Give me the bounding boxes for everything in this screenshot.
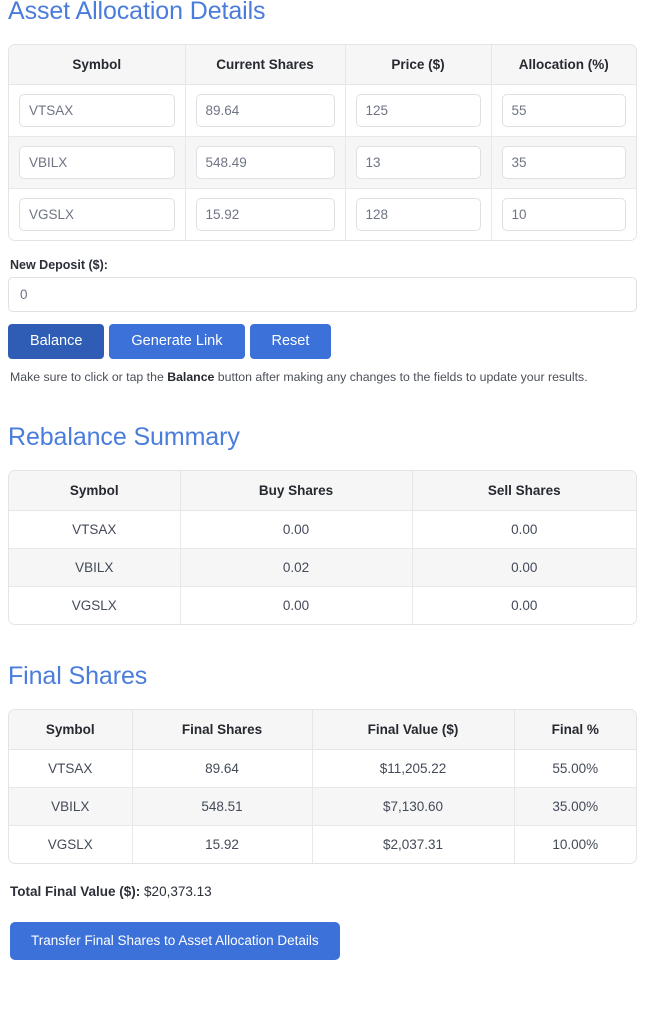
cell-buy-shares: 0.00 [180, 586, 413, 624]
cell-final-value: $7,130.60 [312, 787, 515, 826]
cell-symbol: VBILX [9, 548, 181, 587]
total-final-value: Total Final Value ($): $20,373.13 [10, 884, 637, 899]
cell-final-shares: 89.64 [132, 749, 313, 788]
cell-symbol: VBILX [9, 787, 133, 826]
final-shares-title: Final Shares [8, 662, 148, 690]
cell-current-shares [185, 188, 346, 240]
new-deposit-input[interactable] [8, 277, 637, 312]
column-header-symbol: Symbol [9, 471, 181, 511]
hint-text-bold: Balance [167, 370, 215, 384]
total-final-value-label: Total Final Value ($): [10, 884, 141, 899]
table-row: VGSLX 15.92 $2,037.31 10.00% [9, 825, 636, 863]
table-row: VBILX 0.02 0.00 [9, 548, 636, 587]
current-shares-input[interactable] [195, 198, 335, 231]
table-row [9, 84, 636, 137]
generate-link-button[interactable]: Generate Link [109, 324, 245, 359]
column-header-final-percent: Final % [514, 710, 636, 750]
price-input[interactable] [355, 146, 481, 179]
cell-allocation [491, 136, 636, 189]
table-header-row: Symbol Final Shares Final Value ($) Fina… [9, 710, 636, 750]
total-final-value-amount: $20,373.13 [144, 884, 212, 899]
cell-price [345, 84, 492, 137]
table-row: VTSAX 89.64 $11,205.22 55.00% [9, 749, 636, 788]
cell-final-value: $11,205.22 [312, 749, 515, 788]
page-title: Asset Allocation Details [8, 0, 266, 25]
transfer-final-shares-button[interactable]: Transfer Final Shares to Asset Allocatio… [10, 922, 340, 960]
table-header-row: Symbol Buy Shares Sell Shares [9, 471, 636, 511]
allocation-input[interactable] [501, 146, 626, 179]
table-header-row: Symbol Current Shares Price ($) Allocati… [9, 45, 636, 85]
cell-current-shares [185, 136, 346, 189]
column-header-symbol: Symbol [9, 710, 133, 750]
cell-price [345, 188, 492, 240]
cell-symbol [9, 188, 186, 240]
price-input[interactable] [355, 198, 481, 231]
cell-allocation [491, 84, 636, 137]
cell-final-percent: 10.00% [552, 837, 599, 852]
table-row: VBILX 548.51 $7,130.60 35.00% [9, 787, 636, 826]
table-row [9, 136, 636, 189]
cell-symbol [9, 136, 186, 189]
column-header-price: Price ($) [345, 45, 492, 85]
current-shares-input[interactable] [195, 146, 335, 179]
symbol-input[interactable] [19, 198, 175, 231]
rebalance-summary-title: Rebalance Summary [8, 423, 240, 451]
hint-text-after: button after making any changes to the f… [214, 370, 588, 384]
cell-buy-shares: 0.00 [180, 510, 413, 549]
cell-buy-shares: 0.02 [180, 548, 413, 587]
current-shares-input[interactable] [195, 94, 335, 127]
cell-symbol [9, 84, 186, 137]
cell-final-value: $2,037.31 [312, 825, 515, 863]
final-shares-table: Symbol Final Shares Final Value ($) Fina… [9, 710, 636, 863]
balance-hint-text: Make sure to click or tap the Balance bu… [10, 369, 622, 386]
reset-button[interactable]: Reset [249, 324, 332, 359]
asset-allocation-table: Symbol Current Shares Price ($) Allocati… [9, 45, 636, 240]
final-shares-table-card: Symbol Final Shares Final Value ($) Fina… [8, 709, 637, 864]
column-header-current-shares: Current Shares [185, 45, 346, 85]
column-header-buy-shares: Buy Shares [180, 471, 413, 511]
rebalance-calculator-page: Asset Allocation Details Symbol Current … [0, 0, 645, 960]
symbol-input[interactable] [19, 146, 175, 179]
cell-symbol: VTSAX [9, 510, 181, 549]
cell-symbol: VGSLX [9, 825, 133, 863]
table-row: VTSAX 0.00 0.00 [9, 510, 636, 549]
hint-text-before: Make sure to click or tap the [10, 370, 168, 384]
column-header-final-value: Final Value ($) [312, 710, 515, 750]
cell-current-shares [185, 84, 346, 137]
cell-sell-shares: 0.00 [511, 598, 538, 613]
table-row: VGSLX 0.00 0.00 [9, 586, 636, 624]
cell-final-percent: 55.00% [514, 749, 636, 788]
rebalance-summary-table-card: Symbol Buy Shares Sell Shares VTSAX 0.00… [8, 470, 637, 625]
asset-allocation-table-card: Symbol Current Shares Price ($) Allocati… [8, 44, 637, 241]
price-input[interactable] [355, 94, 481, 127]
action-button-row: Balance Generate Link Reset [8, 324, 637, 359]
cell-allocation [491, 189, 636, 241]
column-header-sell-shares: Sell Shares [412, 471, 636, 511]
balance-button[interactable]: Balance [8, 324, 105, 359]
symbol-input[interactable] [19, 94, 175, 127]
allocation-input[interactable] [501, 94, 626, 127]
cell-final-shares: 15.92 [132, 825, 313, 863]
column-header-symbol: Symbol [9, 45, 186, 85]
cell-final-shares: 548.51 [132, 787, 313, 826]
table-row [9, 188, 636, 241]
cell-symbol: VGSLX [9, 586, 181, 624]
cell-sell-shares: 0.00 [412, 510, 636, 549]
cell-final-percent: 35.00% [514, 787, 636, 826]
rebalance-summary-table: Symbol Buy Shares Sell Shares VTSAX 0.00… [9, 471, 636, 624]
column-header-allocation: Allocation (%) [491, 45, 636, 85]
cell-sell-shares: 0.00 [412, 548, 636, 587]
cell-symbol: VTSAX [9, 749, 133, 788]
column-header-final-shares: Final Shares [132, 710, 313, 750]
allocation-input[interactable] [501, 198, 626, 231]
cell-price [345, 136, 492, 189]
new-deposit-label: New Deposit ($): [10, 258, 108, 272]
